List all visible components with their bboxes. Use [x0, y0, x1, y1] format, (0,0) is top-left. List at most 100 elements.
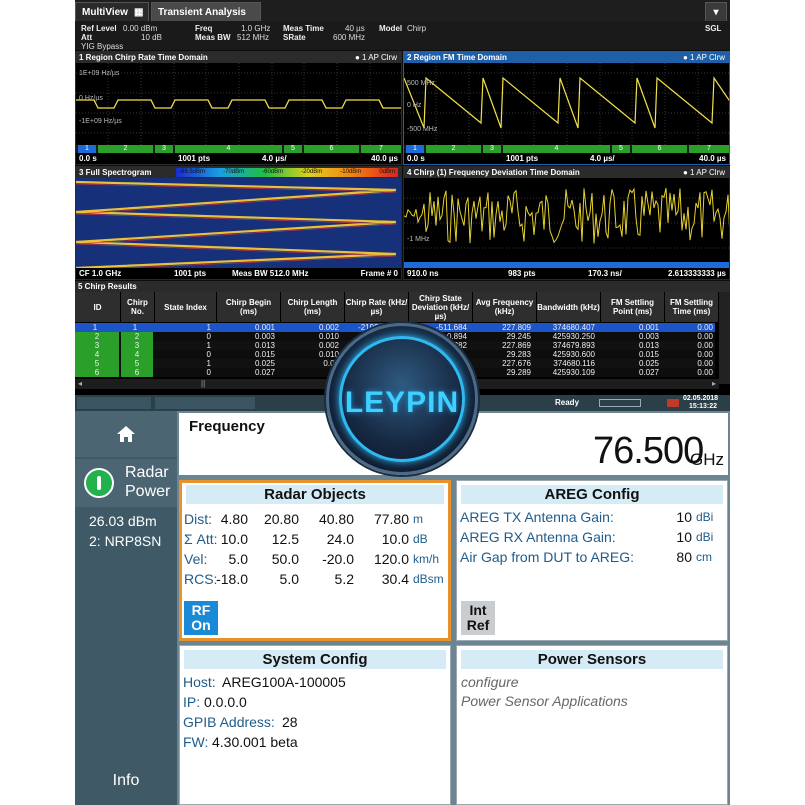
radar-value[interactable]: -18.0: [206, 571, 248, 587]
radar-objects-panel[interactable]: Radar Objects Dist: 4.80 20.80 40.80 77.80 m Σ…: [179, 480, 451, 641]
scroll-right-icon[interactable]: ▸: [712, 379, 716, 388]
radar-value[interactable]: 5.0: [206, 551, 248, 567]
scale-label: -10dBm: [340, 169, 362, 175]
areg-value[interactable]: 80: [652, 549, 692, 565]
pane-chirp-rate[interactable]: 1 Region Chirp Rate Time Domain ● 1 AP Cl…: [75, 51, 402, 165]
frequency-unit: GHz: [690, 450, 724, 469]
radar-power-button[interactable]: Radar Power: [75, 459, 177, 507]
pane2-footer-points: 1001 pts: [506, 154, 539, 163]
table-cell: 0.00: [697, 341, 713, 350]
tab-menu-chevron-icon[interactable]: ▾: [705, 2, 727, 21]
sensor-name: 2: NRP8SN: [89, 533, 162, 549]
pane-chirp-frequency-deviation[interactable]: 4 Chirp (1) Frequency Deviation Time Dom…: [403, 166, 730, 280]
radar-value[interactable]: 10.0: [367, 531, 409, 547]
frequency-value: 76.500: [593, 430, 704, 472]
table-cell: 29.289: [506, 368, 531, 377]
tab-multiview[interactable]: MultiView ▦: [75, 2, 149, 21]
col-header-fm-settling-time[interactable]: FM Settling Time (ms): [665, 292, 719, 322]
system-row-value[interactable]: 0.0.0.0: [204, 694, 247, 710]
radar-value[interactable]: 20.80: [257, 511, 299, 527]
status-ready: Ready: [555, 398, 580, 407]
table-cell: 425930.109: [552, 368, 595, 377]
areg-config-title: AREG Config: [461, 485, 723, 504]
table-cell: 4: [121, 350, 153, 359]
power-sensor-readout[interactable]: 26.03 dBm 2: NRP8SN: [75, 509, 177, 555]
power-sensors-panel[interactable]: Power Sensors configure Power Sensor App…: [456, 645, 728, 805]
col-header-id[interactable]: ID: [75, 292, 121, 322]
col-header-fm-settling-point[interactable]: FM Settling Point (ms): [601, 292, 665, 322]
areg-config-panel[interactable]: AREG Config AREG TX Antenna Gain: 10 dBi AR…: [456, 480, 728, 641]
configure-link[interactable]: configure: [461, 674, 519, 690]
pane1-trace: [76, 99, 401, 109]
table-scrollbar[interactable]: [719, 292, 730, 384]
pane2-ylabel-mid: 0 Hz: [407, 102, 422, 109]
tab-multiview-label: MultiView: [82, 7, 128, 18]
pane4-footer-stop: 2.613333333 µs: [668, 269, 726, 278]
radar-value[interactable]: 4.80: [206, 511, 248, 527]
table-cell: 0.001: [254, 323, 275, 332]
areg-value[interactable]: 10: [652, 529, 692, 545]
status-tab-a[interactable]: [77, 397, 151, 409]
pane1-ylabel-top: 1E+09 Hz/µs: [79, 70, 120, 77]
radar-value[interactable]: 5.2: [312, 571, 354, 587]
areg-row-unit: dBi: [696, 530, 714, 544]
table-cell: 0.003: [638, 332, 659, 341]
scroll-left-icon[interactable]: ◂: [78, 379, 82, 388]
radar-value[interactable]: 12.5: [257, 531, 299, 547]
radar-value[interactable]: 24.0: [312, 531, 354, 547]
tab-transient-analysis[interactable]: Transient Analysis: [151, 2, 261, 21]
pane2-grid: [404, 63, 729, 145]
status-tab-b[interactable]: [155, 397, 255, 409]
col-header-avg-frequency[interactable]: Avg Frequency (kHz): [473, 292, 537, 322]
table-cell: 3: [121, 341, 153, 350]
table-cell: 0: [206, 368, 211, 377]
rf-on-button[interactable]: RF On: [184, 601, 218, 635]
scroll-thumb-icon[interactable]: ||: [201, 379, 205, 388]
system-config-title: System Config: [184, 650, 446, 669]
radar-value[interactable]: 77.80: [367, 511, 409, 527]
power-sensor-applications-link[interactable]: Power Sensor Applications: [461, 693, 628, 709]
table-cell: 2: [75, 332, 119, 341]
system-row-value[interactable]: AREG100A-100005: [222, 674, 346, 690]
yig-bypass: YIG Bypass: [81, 42, 124, 51]
pane2-ylabel-top: 500 MHz: [407, 80, 436, 87]
status-time: 15:13:22: [689, 403, 718, 410]
col-header-chirp-length[interactable]: Chirp Length (ms): [281, 292, 345, 322]
table-cell: 0.025: [638, 359, 659, 368]
lan-icon: [667, 399, 679, 407]
radar-value[interactable]: 5.0: [257, 571, 299, 587]
areg-value[interactable]: 10: [652, 509, 692, 525]
radar-value[interactable]: -20.0: [312, 551, 354, 567]
pane-full-spectrogram[interactable]: 3 Full Spectrogram -89.5dBm -70dBm -60dB…: [75, 166, 402, 280]
col-header-state-deviation[interactable]: Chirp State Deviation (kHz/µs): [409, 292, 473, 322]
radar-value[interactable]: 30.4: [367, 571, 409, 587]
system-config-panel[interactable]: System Config Host: AREG100A-100005 IP: 0.0…: [179, 645, 451, 805]
system-row-value[interactable]: 4.30.001 beta: [212, 734, 298, 750]
main-panel: Frequency 76.500 GHz Radar Objects Dist:…: [177, 411, 730, 805]
system-row-value[interactable]: 28: [282, 714, 298, 730]
table-cell: 0: [206, 332, 211, 341]
table-cell: 1: [206, 323, 211, 332]
table-cell: 0.003: [254, 332, 275, 341]
info-button[interactable]: Info: [75, 757, 177, 805]
home-button[interactable]: [75, 411, 177, 457]
radar-value[interactable]: 50.0: [257, 551, 299, 567]
col-header-chirp-begin[interactable]: Chirp Begin (ms): [217, 292, 281, 322]
srate-value: 600 MHz: [333, 33, 366, 42]
areg-row-label: Air Gap from DUT to AREG:: [460, 549, 635, 565]
radar-row-unit: km/h: [413, 552, 440, 566]
measurement-header: Ref Level 0.00 dBm Att 10 dB YIG Bypass …: [75, 21, 730, 51]
col-header-bandwidth[interactable]: Bandwidth (kHz): [537, 292, 601, 322]
info-label: Info: [112, 772, 140, 789]
int-ref-button[interactable]: Int Ref: [461, 601, 495, 635]
radar-value[interactable]: 10.0: [206, 531, 248, 547]
pane-fm-time-domain[interactable]: 2 Region FM Time Domain ● 1 AP Clrw 500 M…: [403, 51, 730, 165]
radar-value[interactable]: 120.0: [367, 551, 409, 567]
col-header-chirp-no[interactable]: Chirp No.: [121, 292, 155, 322]
radar-value[interactable]: 40.80: [312, 511, 354, 527]
pane4-ylabel: -1 MHz: [407, 236, 430, 243]
scale-label: -89.5dBm: [179, 169, 206, 175]
col-header-chirp-rate[interactable]: Chirp Rate (kHz/µs): [345, 292, 409, 322]
table-cell: 0.013: [638, 341, 659, 350]
col-header-state-index[interactable]: State Index: [155, 292, 217, 322]
